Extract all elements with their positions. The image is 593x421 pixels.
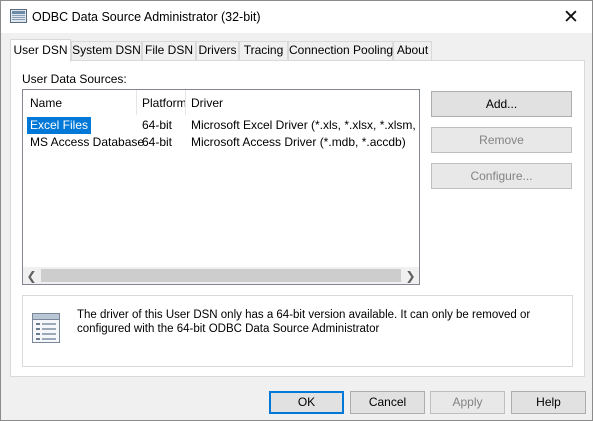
column-separator[interactable] [185, 90, 186, 115]
table-row[interactable]: Excel Files 64-bit Microsoft Excel Drive… [23, 117, 419, 134]
horizontal-scrollbar[interactable]: ❮ ❯ [23, 267, 419, 284]
scroll-left-button[interactable]: ❮ [23, 267, 40, 284]
user-data-sources-label: User Data Sources: [22, 72, 127, 86]
row-driver-cell: Microsoft Access Driver (*.mdb, *.accdb) [191, 135, 406, 149]
close-button[interactable]: ✕ [550, 1, 592, 33]
scroll-right-button[interactable]: ❯ [402, 267, 419, 284]
tab-system-dsn[interactable]: System DSN [71, 41, 142, 60]
tab-file-dsn[interactable]: File DSN [142, 41, 196, 60]
chevron-left-icon: ❮ [26, 268, 37, 283]
column-header-name[interactable]: Name [30, 90, 62, 115]
close-icon: ✕ [563, 6, 579, 28]
row-driver-cell: Microsoft Excel Driver (*.xls, *.xlsx, *… [191, 118, 419, 132]
document-list-icon [32, 313, 60, 343]
tab-tracing[interactable]: Tracing [239, 41, 288, 60]
odbc-window: ODBC Data Source Administrator (32-bit) … [0, 0, 593, 421]
row-platform-cell: 64-bit [142, 118, 173, 132]
tab-about[interactable]: About [393, 41, 432, 60]
row-platform-cell: 64-bit [142, 135, 173, 149]
info-message: The driver of this User DSN only has a 6… [77, 309, 531, 335]
column-header-platform[interactable]: Platform [142, 90, 187, 115]
ok-button[interactable]: OK [269, 391, 344, 414]
info-box: The driver of this User DSN only has a 6… [22, 295, 573, 367]
apply-button[interactable]: Apply [430, 391, 505, 414]
data-sources-list[interactable]: Name Platform Driver Excel Files 64-bit … [22, 89, 420, 285]
remove-button[interactable]: Remove [431, 127, 572, 153]
row-name-cell: MS Access Database [30, 135, 145, 149]
title-bar: ODBC Data Source Administrator (32-bit) … [1, 1, 592, 33]
configure-button[interactable]: Configure... [431, 163, 572, 189]
list-header: Name Platform Driver [23, 90, 419, 115]
tab-drivers[interactable]: Drivers [196, 41, 239, 60]
help-button[interactable]: Help [511, 391, 586, 414]
window-title: ODBC Data Source Administrator (32-bit) [32, 10, 261, 24]
odbc-datasource-icon [10, 9, 27, 23]
scroll-thumb[interactable] [41, 269, 401, 282]
column-separator[interactable] [136, 90, 137, 115]
column-header-driver[interactable]: Driver [191, 90, 223, 115]
table-row[interactable]: MS Access Database 64-bit Microsoft Acce… [23, 134, 419, 151]
cancel-button[interactable]: Cancel [350, 391, 425, 414]
row-name-cell: Excel Files [27, 117, 92, 134]
tab-user-dsn[interactable]: User DSN [10, 39, 71, 62]
tab-connection-pooling[interactable]: Connection Pooling [288, 41, 393, 60]
chevron-right-icon: ❯ [405, 268, 416, 283]
add-button[interactable]: Add... [431, 91, 572, 117]
